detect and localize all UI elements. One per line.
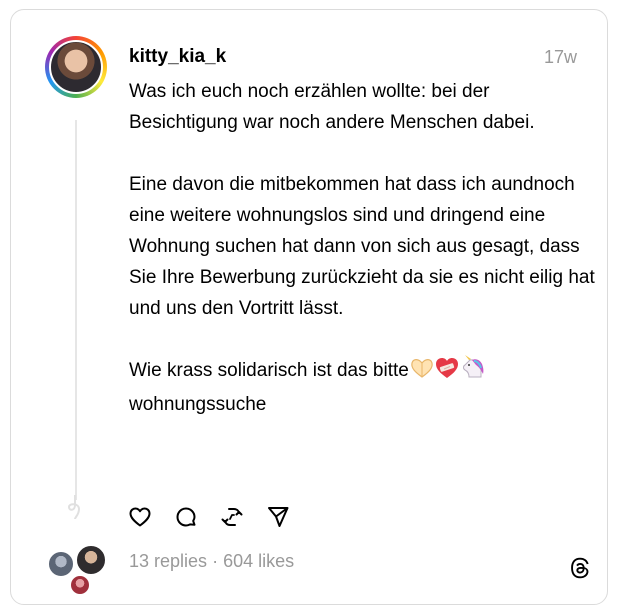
replier-avatar [47,550,75,578]
post-timestamp[interactable]: 17w [544,47,577,68]
replier-avatar [75,544,107,576]
reply-icon[interactable] [174,505,198,529]
replies-count[interactable]: 13 replies [129,551,207,571]
replier-avatars[interactable] [47,544,111,600]
thread-loop-icon [67,495,81,519]
post-paragraph: Was ich euch noch erzählen wollte: bei d… [129,81,535,133]
post-paragraph: Eine davon die mitbekommen hat dass ich … [129,174,595,319]
mending-heart-emoji [435,357,459,389]
like-icon[interactable] [128,505,152,529]
post-paragraph-text: Wie krass solidarisch ist das bitte [129,360,409,381]
thread-connector-line [75,120,77,500]
thread-post-card[interactable]: kitty_kia_k 17w Was ich euch noch erzähl… [10,9,608,605]
heart-hands-emoji [410,357,434,389]
post-paragraph: Wie krass solidarisch ist das bitte wohnu… [129,355,599,420]
replier-avatar [69,574,91,596]
likes-count[interactable]: 604 likes [223,551,294,571]
author-username[interactable]: kitty_kia_k [129,46,226,68]
threads-logo-icon[interactable] [567,555,593,581]
post-stats: 13 replies · 604 likes [129,551,294,572]
post-actions-bar [128,504,290,530]
author-avatar[interactable] [45,36,107,98]
stats-separator: · [212,551,219,571]
repost-icon[interactable] [220,505,244,529]
post-body: Was ich euch noch erzählen wollte: bei d… [129,76,599,420]
hashtag-link[interactable]: wohnungssuche [129,394,266,415]
share-icon[interactable] [266,505,290,529]
unicorn-emoji [460,355,486,389]
